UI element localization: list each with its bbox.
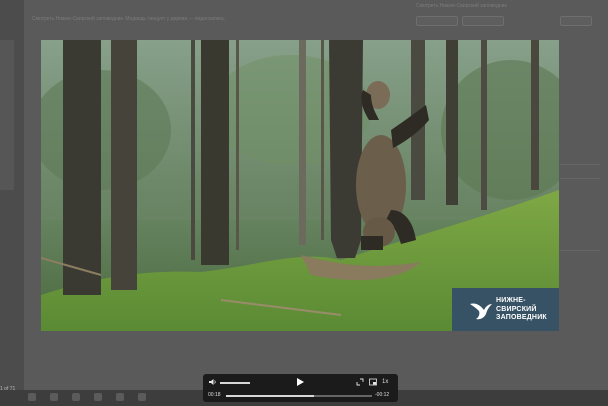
seek-bar[interactable] xyxy=(226,395,372,397)
current-time: 00:18 xyxy=(208,392,221,398)
taskbar-icons xyxy=(28,393,146,401)
toolbar-chip[interactable] xyxy=(462,16,504,26)
fullscreen-icon[interactable] xyxy=(356,378,364,386)
taskbar-icon[interactable] xyxy=(28,393,36,401)
volume-slider[interactable] xyxy=(220,382,250,384)
page-indicator: 1 of 71 xyxy=(0,386,16,392)
seek-progress xyxy=(226,395,314,397)
reserve-watermark-logo: НИЖНЕ- СВИРСКИЙ ЗАПОВЕДНИК xyxy=(452,288,559,331)
pip-icon[interactable] xyxy=(369,378,377,386)
volume-icon[interactable] xyxy=(209,378,217,386)
video-player-controls: 1x 00:18 -00:12 xyxy=(203,374,398,402)
taskbar-icon[interactable] xyxy=(94,393,102,401)
toolbar-chip[interactable] xyxy=(560,16,592,26)
page-header-text: Смотреть Нижне-Свирский заповедник. Медв… xyxy=(32,16,225,22)
right-panel-line xyxy=(560,164,600,165)
taskbar-icon[interactable] xyxy=(138,393,146,401)
taskbar-icon[interactable] xyxy=(116,393,124,401)
play-icon[interactable] xyxy=(295,377,305,387)
right-panel-line xyxy=(560,178,600,179)
bird-logo-icon xyxy=(470,303,492,320)
playback-speed-button[interactable]: 1x xyxy=(382,378,388,386)
toolbar-chip[interactable] xyxy=(416,16,458,26)
left-panel-strip xyxy=(0,40,14,190)
taskbar-icon[interactable] xyxy=(50,393,58,401)
right-panel-line xyxy=(560,250,600,251)
remaining-time: -00:12 xyxy=(375,392,390,398)
watermark-text: НИЖНЕ- СВИРСКИЙ ЗАПОВЕДНИК xyxy=(496,297,547,321)
right-panel-title: Смотреть Нижне-Свирский заповедник xyxy=(416,3,507,9)
taskbar-icon[interactable] xyxy=(72,393,80,401)
